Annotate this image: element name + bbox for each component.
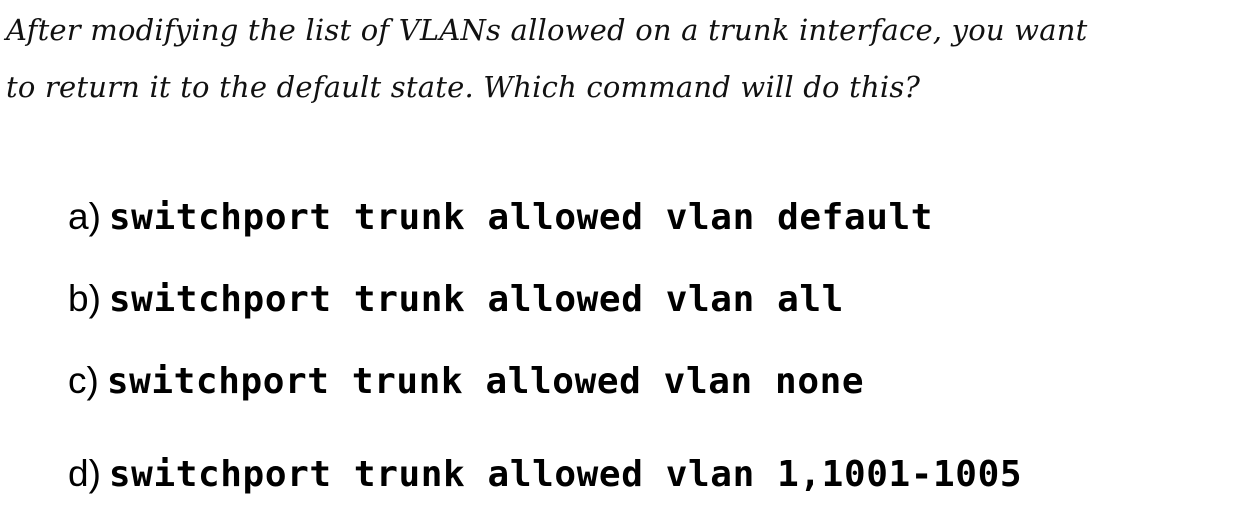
question-line-1: After modifying the list of VLANs allowe…	[6, 13, 1088, 47]
question-text: After modifying the list of VLANs allowe…	[6, 2, 1228, 116]
option-b-letter: b)	[68, 278, 101, 319]
option-a-command: switchport trunk allowed vlan default	[108, 197, 934, 238]
option-c-command: switchport trunk allowed vlan none	[106, 361, 865, 402]
option-c-letter: c)	[68, 360, 99, 401]
option-a-letter: a)	[68, 196, 101, 237]
option-c: c) switchport trunk allowed vlan none	[68, 360, 864, 402]
option-d-command: switchport trunk allowed vlan 1,1001-100…	[108, 454, 1023, 495]
option-b-command: switchport trunk allowed vlan all	[108, 279, 844, 320]
option-d: d) switchport trunk allowed vlan 1,1001-…	[68, 453, 1022, 495]
option-b: b) switchport trunk allowed vlan all	[68, 278, 844, 320]
option-d-letter: d)	[68, 453, 101, 494]
question-line-2: to return it to the default state. Which…	[6, 70, 921, 104]
option-a: a) switchport trunk allowed vlan default	[68, 196, 933, 238]
